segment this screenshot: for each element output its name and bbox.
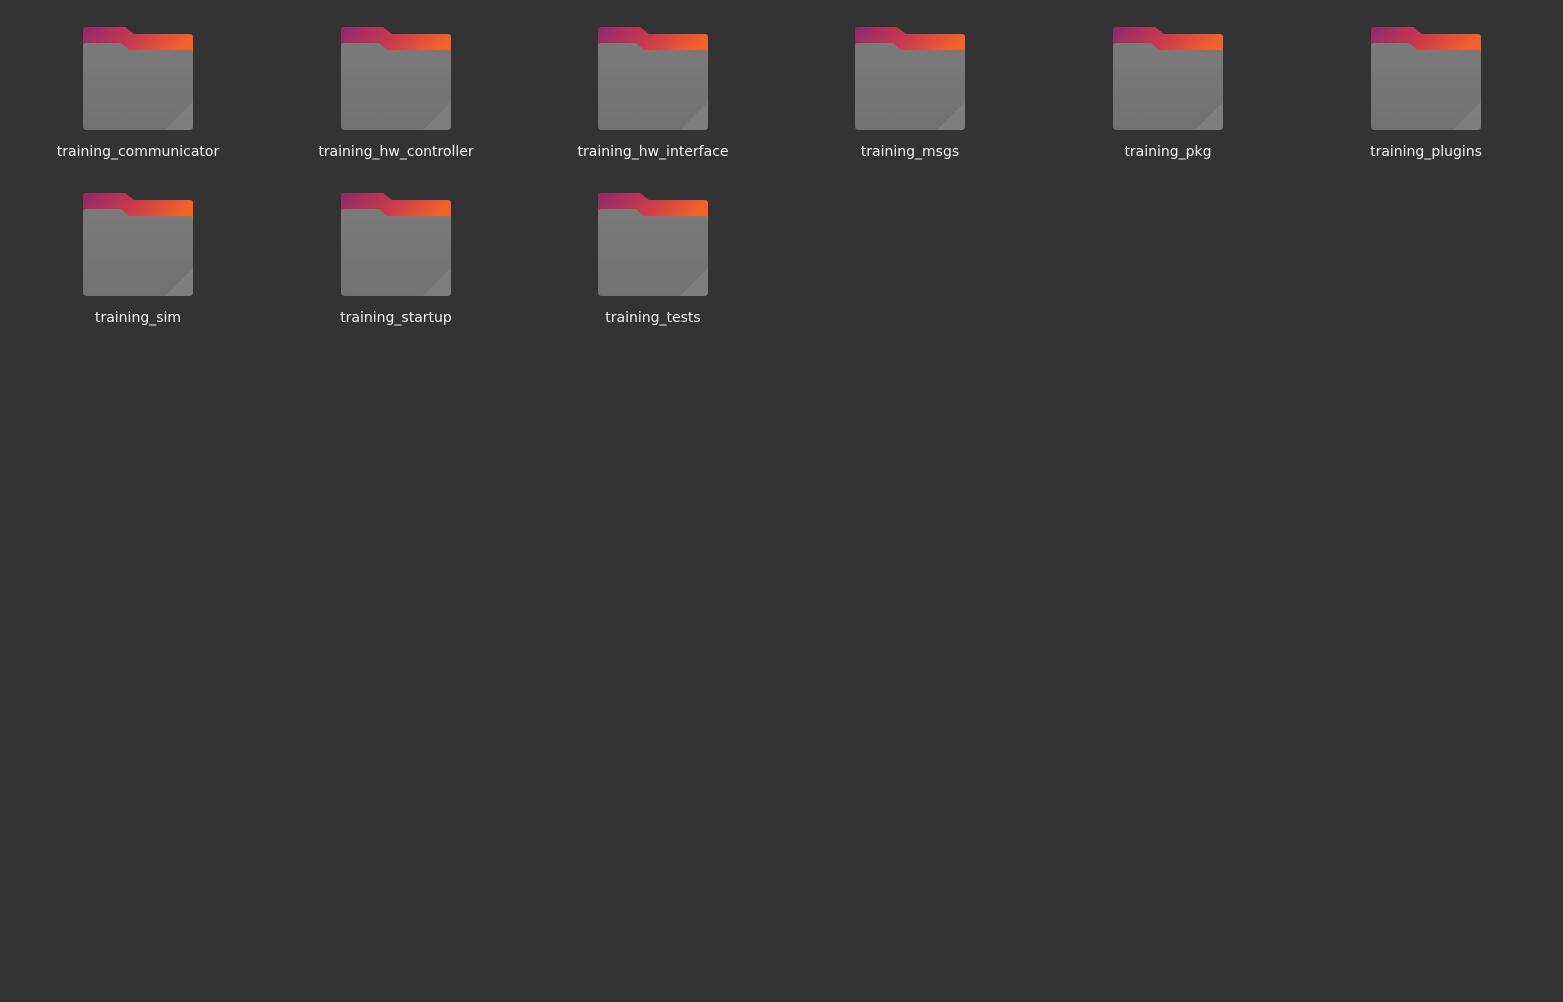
folder-item-training-tests[interactable]: training_tests [524, 166, 782, 332]
folder-item-training-hw-controller[interactable]: training_hw_controller [267, 0, 525, 166]
folder-item-training-startup[interactable]: training_startup [267, 166, 525, 332]
folder-item-training-pkg[interactable]: training_pkg [1039, 0, 1297, 166]
folder-icon [341, 193, 451, 296]
folder-label: training_hw_interface [577, 144, 729, 160]
folder-icon [83, 27, 193, 130]
folder-label: training_tests [605, 310, 701, 326]
folder-label: training_communicator [56, 144, 220, 160]
folder-label: training_startup [340, 310, 452, 326]
folder-item-training-msgs[interactable]: training_msgs [781, 0, 1039, 166]
folder-label: training_plugins [1370, 144, 1482, 160]
folder-icon [341, 27, 451, 130]
folder-item-training-sim[interactable]: training_sim [9, 166, 267, 332]
folder-icon [83, 193, 193, 296]
folder-icon [1113, 27, 1223, 130]
folder-icon [1371, 27, 1481, 130]
file-grid: training_communicator training_hw_contro… [0, 0, 1563, 1002]
folder-label: training_msgs [860, 144, 960, 160]
folder-label: training_pkg [1124, 144, 1212, 160]
folder-item-training-plugins[interactable]: training_plugins [1297, 0, 1555, 166]
folder-label: training_hw_controller [318, 144, 474, 160]
folder-icon [598, 193, 708, 296]
folder-item-training-hw-interface[interactable]: training_hw_interface [524, 0, 782, 166]
folder-icon [598, 27, 708, 130]
folder-icon [855, 27, 965, 130]
folder-item-training-communicator[interactable]: training_communicator [9, 0, 267, 166]
folder-label: training_sim [94, 310, 182, 326]
